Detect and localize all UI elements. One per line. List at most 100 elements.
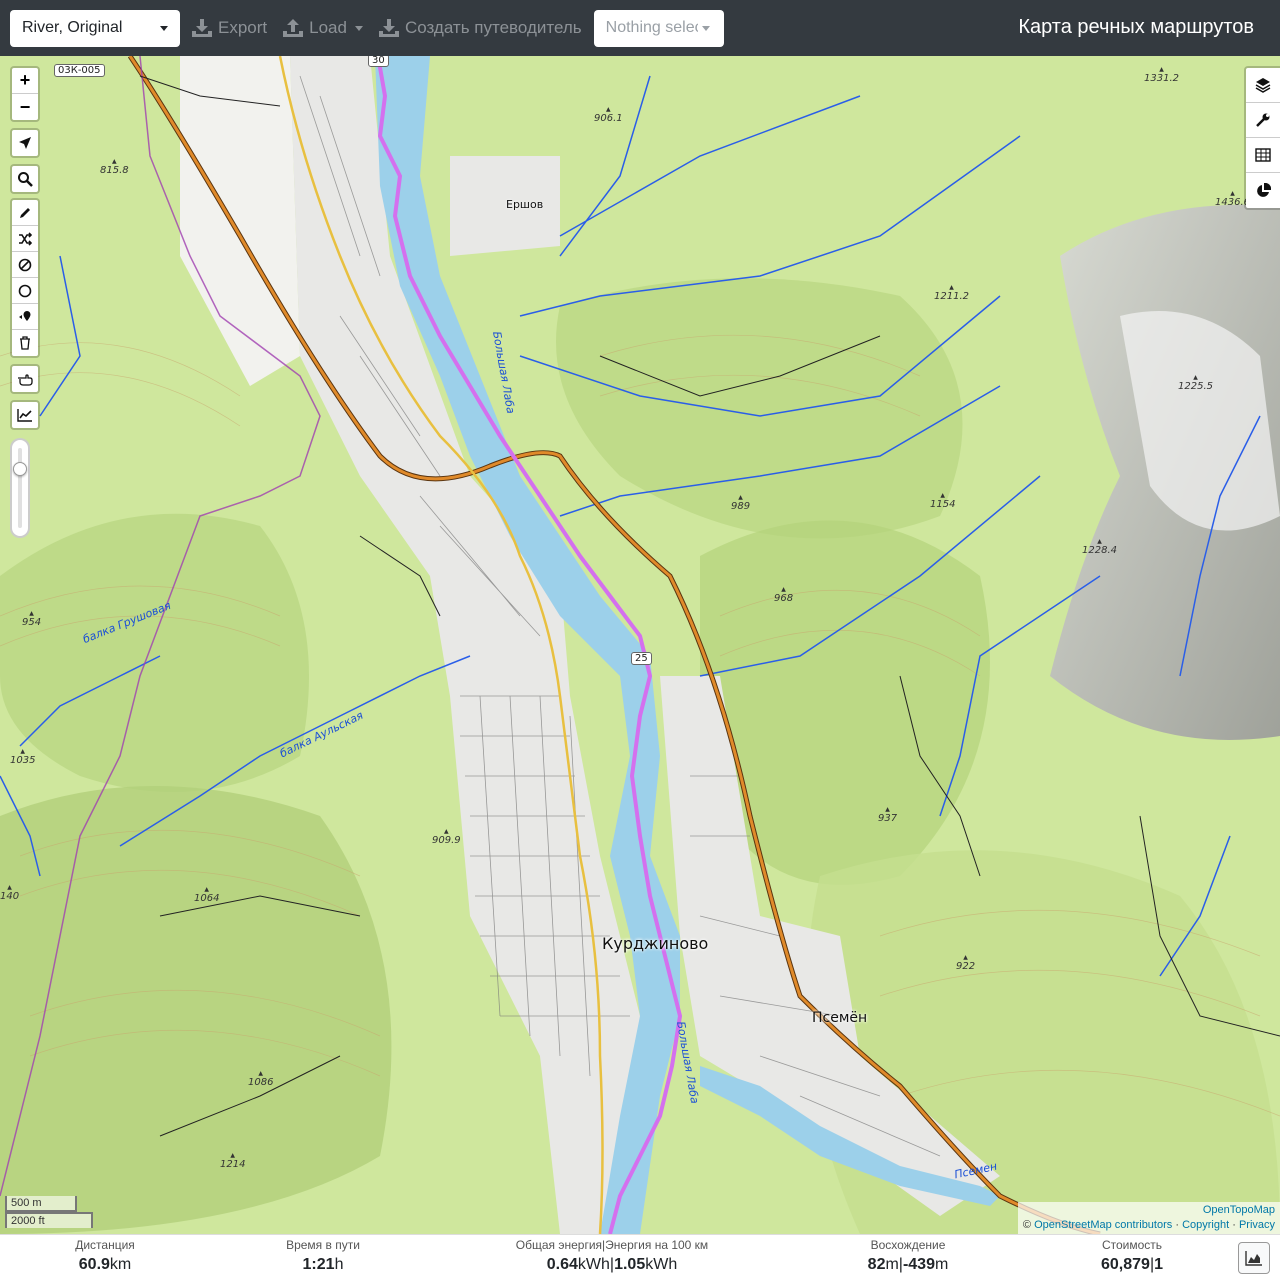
draw-toolbar [10, 198, 40, 358]
locate-control [10, 128, 40, 158]
pointer-button[interactable] [12, 366, 38, 392]
search-control [10, 164, 40, 194]
attribution-separator: · [1232, 1219, 1236, 1231]
selection-placeholder: Nothing selected [605, 19, 698, 36]
circle-tool-button[interactable] [12, 278, 38, 304]
peak-label: 909.9 [432, 828, 461, 846]
circle-icon [18, 284, 32, 297]
osm-contributors-link[interactable]: OpenStreetMap contributors [1034, 1219, 1172, 1231]
road-ref-label: 25 [631, 652, 652, 665]
elevation-chart-button[interactable] [1238, 1242, 1270, 1274]
routing-profile-select[interactable]: River, Original [10, 9, 180, 47]
download-icon [192, 19, 212, 37]
map-view[interactable]: 03К-005 30 25 Ершов Курджиново Псемён 90… [0, 56, 1280, 1234]
time-value: 1:21h [302, 1256, 344, 1273]
energy-value: 0.64kWh|1.05kWh [546, 1256, 678, 1273]
opentopomap-link[interactable]: OpenTopoMap [1203, 1204, 1275, 1216]
peak-label: 815.8 [100, 158, 129, 176]
peak-label: 906.1 [594, 106, 623, 124]
map-tiles [0, 56, 1280, 1234]
locate-button[interactable] [12, 130, 38, 156]
elevation-control [10, 400, 40, 430]
village-label: Ершов [506, 198, 544, 211]
road-ref-label: 30 [368, 56, 389, 67]
peak-label: 1154 [930, 492, 955, 510]
draw-route-button[interactable] [12, 200, 38, 226]
peak-label: 1211.2 [934, 284, 969, 302]
peak-label: 1035 [10, 748, 35, 766]
stat-energy: Общая энергия|Энергия на 100 км 0.64kWh|… [500, 1237, 724, 1277]
delete-route-button[interactable] [12, 330, 38, 356]
copyright-link[interactable]: Copyright [1182, 1219, 1229, 1231]
right-toolbar [1244, 66, 1280, 210]
distance-value: 60.9km [78, 1256, 132, 1273]
map-attribution: OpenTopoMap © OpenStreetMap contributors… [1017, 1202, 1280, 1234]
search-button[interactable] [12, 166, 38, 192]
poi-tool-button[interactable] [12, 304, 38, 330]
pencil-icon [20, 207, 30, 218]
stat-cost: Стоимость 60,879|1 [1080, 1237, 1184, 1277]
copyright-symbol: © [1022, 1219, 1032, 1231]
peak-label: 1331.2 [1144, 66, 1179, 84]
nogo-area-button[interactable] [12, 252, 38, 278]
settings-button[interactable] [1246, 103, 1280, 138]
peak-label: 1086 [248, 1070, 273, 1088]
routing-profile-label: River, Original [22, 19, 123, 36]
peak-label: 1225.5 [1178, 374, 1213, 392]
cost-value: 60,879|1 [1101, 1256, 1163, 1273]
distance-label: Дистанция [75, 1238, 135, 1252]
village-label: Псемён [812, 1010, 868, 1026]
road-ref-label: 03К-005 [54, 64, 105, 77]
trash-icon [20, 336, 30, 350]
chevron-down-icon [701, 25, 710, 31]
search-icon [18, 172, 33, 187]
slider-track [18, 448, 22, 528]
town-label: Курджиново [602, 934, 709, 953]
shuffle-icon [19, 231, 32, 246]
app-root: River, Original Export Load Создать путе… [0, 0, 1280, 1280]
stat-distance: Дистанция 60.9km [60, 1237, 150, 1277]
ascent-value: 82m|-439m [867, 1256, 949, 1273]
pie-chart-icon [1257, 182, 1271, 197]
layers-icon [1255, 78, 1271, 93]
reverse-route-button[interactable] [12, 226, 38, 252]
chevron-down-icon [160, 25, 168, 31]
wrench-icon [1256, 113, 1270, 127]
route-stats-bar: Дистанция 60.9km Время в пути 1:21h Обща… [0, 1234, 1280, 1280]
download-icon [378, 19, 399, 37]
map-marker-icon [19, 310, 31, 321]
opacity-slider[interactable] [10, 438, 30, 538]
selection-dropdown[interactable]: Nothing selected [593, 9, 724, 47]
location-arrow-icon [19, 137, 31, 149]
elevation-profile-button[interactable] [12, 402, 38, 428]
upload-icon [283, 19, 304, 37]
statistics-button[interactable] [1246, 173, 1280, 208]
layers-button[interactable] [1246, 68, 1280, 103]
export-button[interactable]: Export [188, 10, 271, 47]
load-button[interactable]: Load [279, 10, 367, 47]
pointer-control [10, 364, 40, 394]
stat-time: Время в пути 1:21h [268, 1237, 378, 1277]
export-label: Export [218, 18, 268, 37]
peak-label: 1214 [220, 1152, 245, 1170]
area-chart-icon [1245, 1251, 1262, 1266]
privacy-link[interactable]: Privacy [1239, 1219, 1275, 1231]
table-button[interactable] [1246, 138, 1280, 173]
peak-label: 968 [774, 586, 793, 604]
peak-label: 922 [956, 954, 975, 972]
hand-pointer-icon [18, 374, 33, 386]
zoom-control: + − [10, 66, 40, 122]
create-guide-button[interactable]: Создать путеводитель [375, 10, 586, 47]
stat-ascent: Восхождение 82m|-439m [848, 1237, 968, 1277]
app-title: Карта речных маршрутов [1018, 16, 1254, 38]
attribution-separator: · [1175, 1219, 1179, 1231]
ban-icon [18, 258, 32, 271]
line-chart-icon [17, 409, 32, 422]
top-navbar: River, Original Export Load Создать путе… [0, 0, 1280, 56]
slider-handle[interactable] [13, 462, 27, 476]
zoom-out-button[interactable]: − [12, 94, 38, 120]
zoom-in-button[interactable]: + [12, 68, 38, 94]
peak-label: 954 [22, 610, 41, 628]
scale-metric: 500 m [5, 1196, 77, 1212]
ascent-label: Восхождение [870, 1238, 946, 1252]
